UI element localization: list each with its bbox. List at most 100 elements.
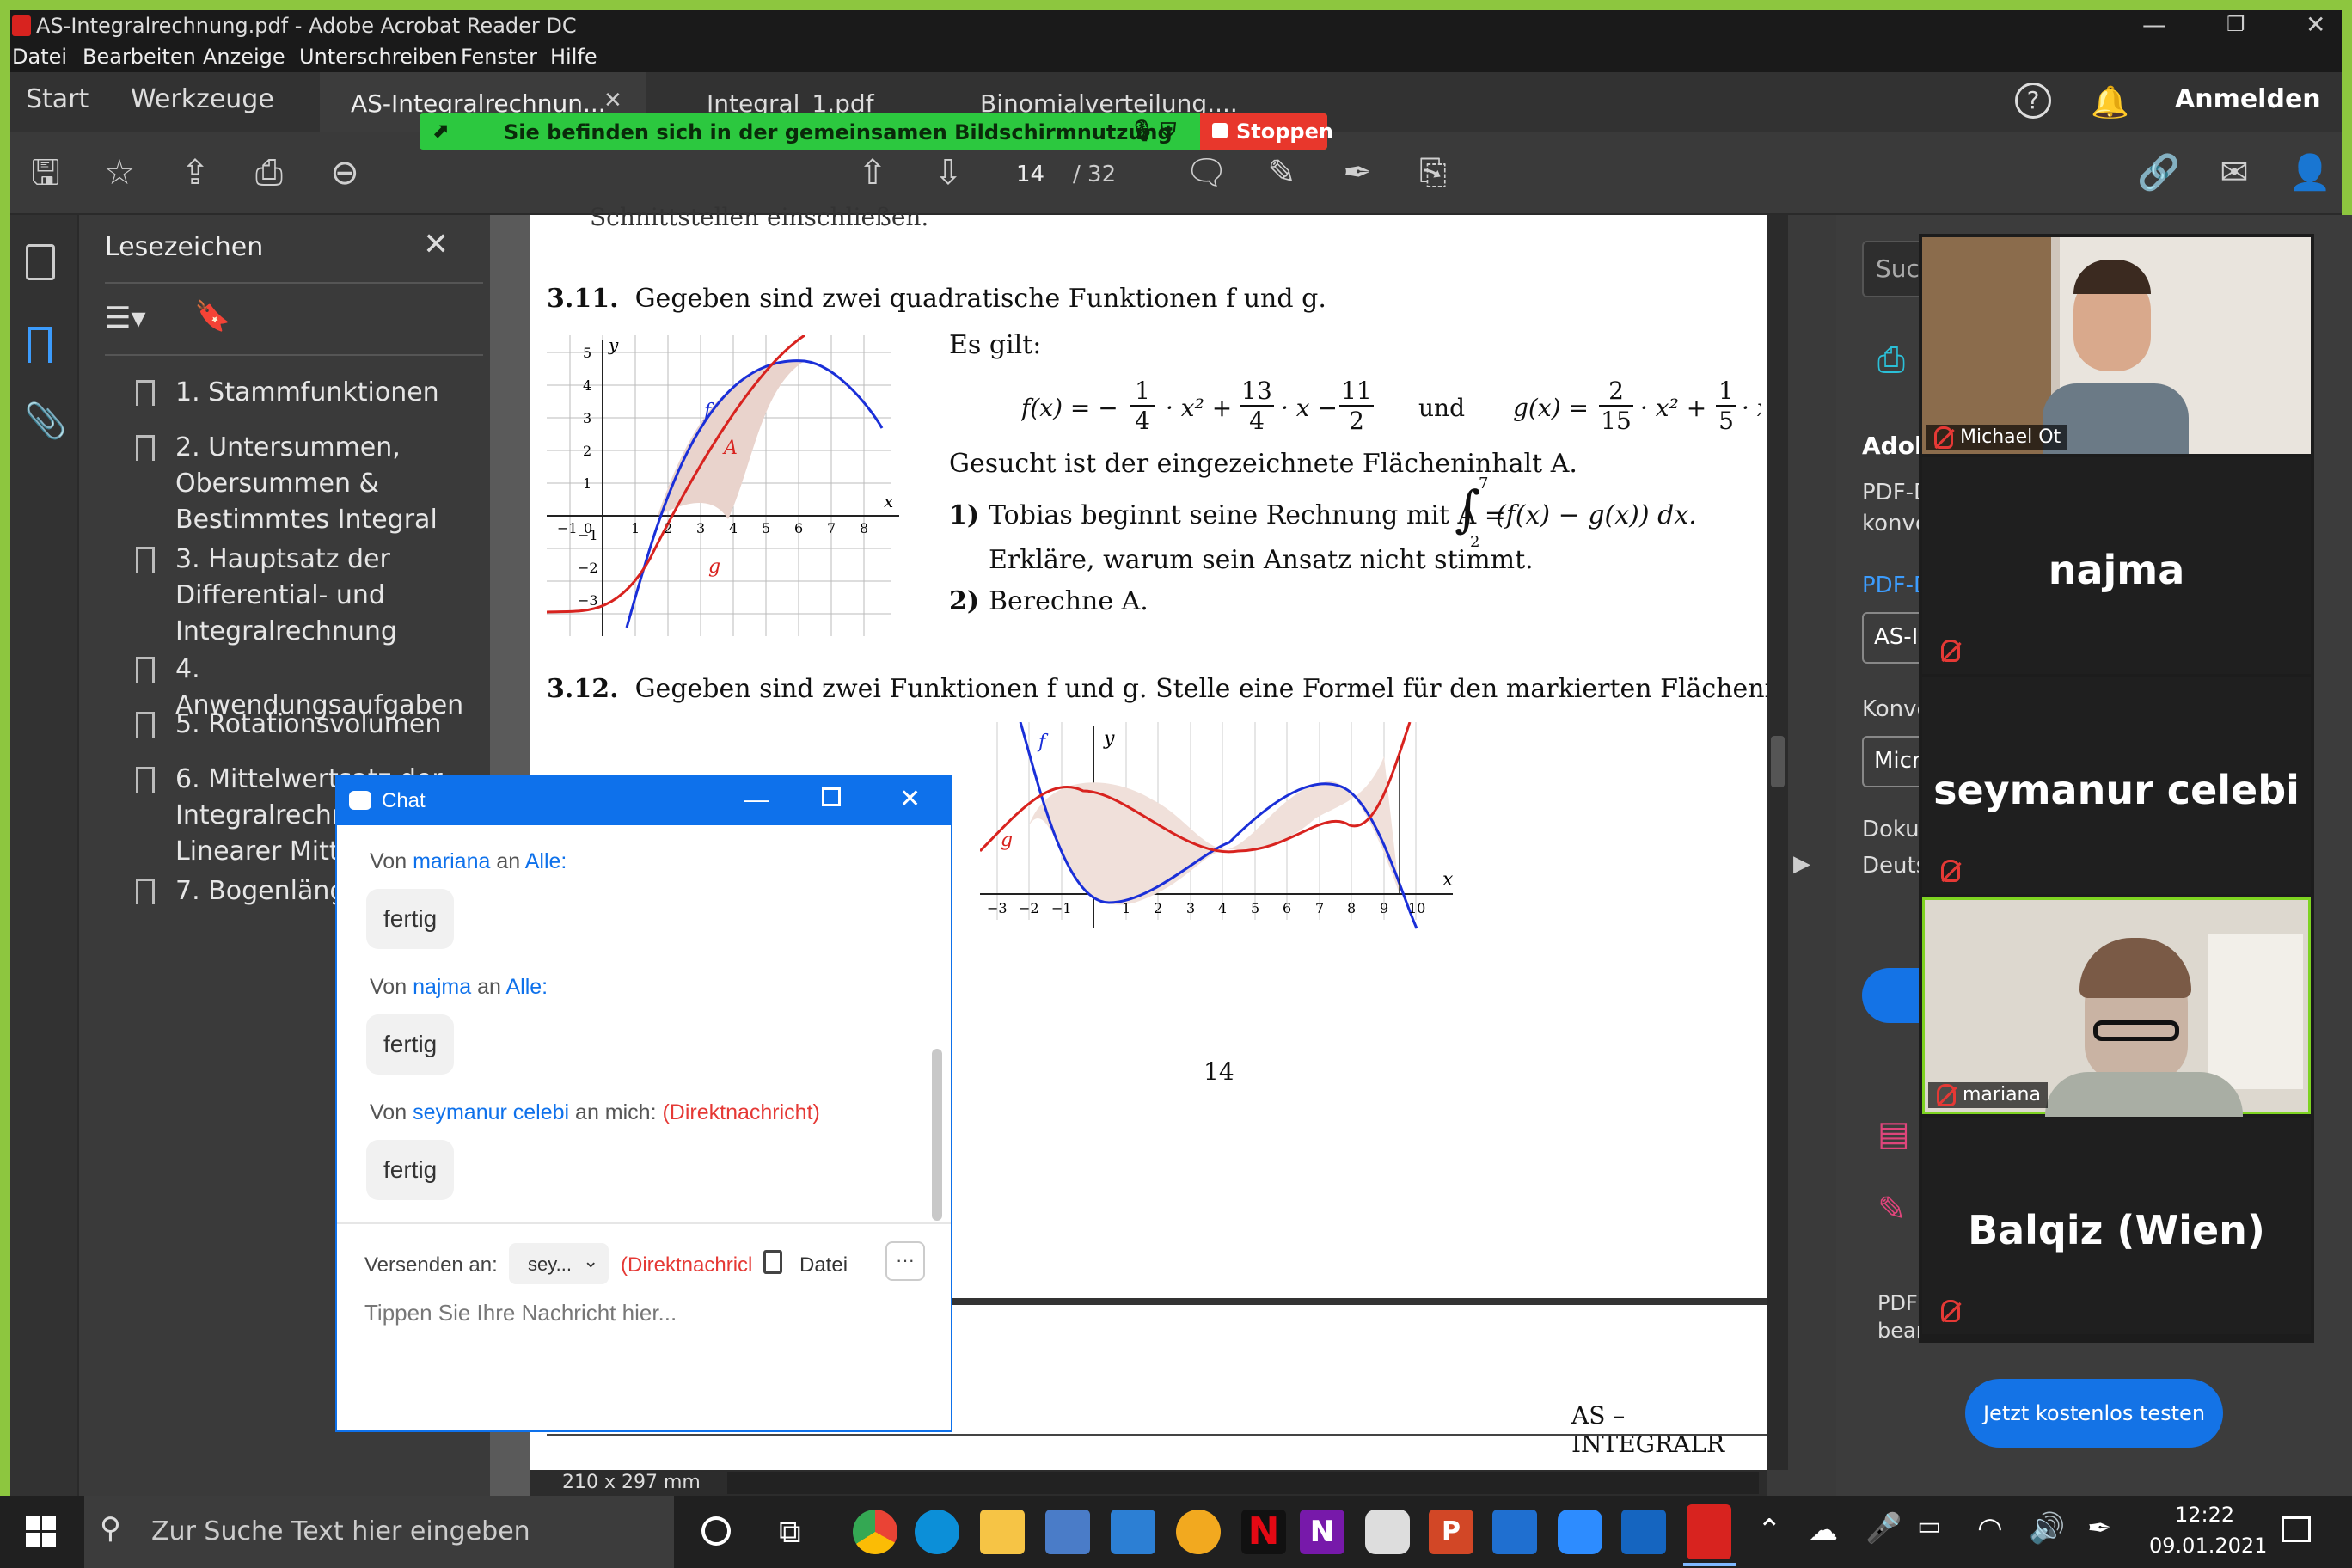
chat-close-button[interactable]: ✕ — [899, 784, 921, 814]
edit-icon[interactable]: ⎘ — [1412, 151, 1455, 194]
battery-icon[interactable]: ▭ — [1917, 1511, 1941, 1541]
tab-werkzeuge[interactable]: Werkzeuge — [131, 84, 274, 114]
sign-icon[interactable]: ✒ — [1336, 151, 1379, 194]
chat-maximize-button[interactable] — [822, 787, 841, 806]
zoom-chat-window: Chat — ✕ Von mariana an Alle: fertig Von… — [335, 775, 952, 1432]
organize-icon[interactable]: ▤ — [1877, 1114, 1910, 1154]
attachment-icon[interactable]: 📎 — [24, 401, 67, 441]
share-banner-text: Sie befinden sich in der gemeinsamen Bil… — [504, 120, 1173, 144]
bookmark-add-icon[interactable]: 🔖 — [194, 299, 230, 334]
signin-button[interactable]: Anmelden — [2175, 84, 2321, 114]
microphone-icon[interactable]: 🎤 — [1865, 1511, 1902, 1546]
language-value[interactable]: Deuts — [1862, 853, 1927, 879]
mail-app-icon[interactable] — [1111, 1510, 1155, 1554]
restore-button[interactable]: ❐ — [2226, 12, 2245, 36]
menu-unterschreiben[interactable]: Unterschreiben — [299, 45, 457, 69]
mic-muted-icon — [1937, 1084, 1956, 1106]
pen-icon[interactable]: ✒ — [2087, 1511, 2112, 1546]
problem-3-11-heading: 3.11. Gegeben sind zwei quadratische Fun… — [547, 284, 1326, 314]
whiteboard-icon[interactable] — [1621, 1510, 1666, 1554]
upload-icon[interactable]: ⇪ — [174, 151, 217, 194]
menu-bearbeiten[interactable]: Bearbeiten — [83, 45, 196, 69]
chrome-icon[interactable] — [853, 1510, 897, 1554]
xtick: 5 — [762, 520, 770, 536]
page-down-icon[interactable]: ⇩ — [927, 151, 970, 194]
clock-date[interactable]: 09.01.2021 — [2149, 1534, 2267, 1558]
notification-icon[interactable] — [2282, 1516, 2311, 1542]
volume-icon[interactable]: 🔊 — [2029, 1511, 2065, 1546]
expand-panel-icon[interactable]: ▶ — [1793, 851, 1810, 877]
chat-minimize-button[interactable]: — — [744, 786, 769, 813]
tab-close-icon[interactable]: ✕ — [603, 88, 622, 113]
xtick: 2 — [664, 520, 672, 536]
xtick: −1 — [1051, 900, 1072, 916]
bookmark-options-icon[interactable]: ☰▾ — [105, 301, 146, 335]
video-tile-michael[interactable]: Michael Ot — [1922, 237, 2311, 454]
xtick: 5 — [1251, 900, 1259, 916]
more-options-button[interactable]: ··· — [885, 1241, 925, 1281]
menu-fenster[interactable]: Fenster — [461, 45, 537, 69]
clock-time[interactable]: 12:22 — [2175, 1503, 2234, 1527]
video-tile-mariana[interactable]: mariana — [1922, 897, 2311, 1117]
snip-icon[interactable] — [1365, 1510, 1410, 1554]
windows-start-icon[interactable] — [26, 1516, 57, 1547]
vertical-scrollbar[interactable] — [1767, 215, 1788, 1470]
chevron-down-icon: ⌄ — [583, 1250, 599, 1271]
netflix-icon[interactable]: N — [1241, 1510, 1286, 1554]
close-panel-icon[interactable]: ✕ — [423, 227, 449, 262]
message-input[interactable]: Tippen Sie Ihre Nachricht hier... — [364, 1300, 677, 1326]
name-tile-najma[interactable]: najma — [1922, 457, 2311, 674]
powerpoint-icon[interactable]: P — [1429, 1510, 1473, 1554]
help-icon[interactable]: ? — [2015, 83, 2051, 119]
cortana-icon[interactable] — [701, 1516, 731, 1546]
edit-pdf-icon[interactable]: ✎ — [1877, 1190, 1907, 1229]
page-current-input[interactable]: 14 — [1016, 162, 1044, 187]
bookmark-flag-icon — [136, 712, 155, 738]
zoom-app-icon[interactable] — [1558, 1510, 1602, 1554]
create-pdf-icon[interactable]: ⎙ — [1877, 340, 1905, 380]
file-button[interactable]: Datei — [799, 1253, 848, 1277]
stop-share-button[interactable]: Stoppen — [1200, 113, 1333, 150]
save-icon[interactable]: 🖫 — [24, 151, 67, 194]
link-icon[interactable]: 🔗 — [2137, 151, 2180, 194]
minimize-button[interactable]: — — [2142, 10, 2166, 39]
chat-scrollbar[interactable] — [932, 1049, 942, 1221]
wifi-icon[interactable]: ◠ — [1977, 1511, 2003, 1546]
edge-icon[interactable] — [915, 1510, 959, 1554]
bookmark-panel-icon[interactable] — [28, 327, 52, 363]
scroll-thumb[interactable] — [1771, 736, 1785, 787]
add-user-icon[interactable]: 👤 — [2288, 151, 2331, 194]
pages-icon[interactable] — [26, 244, 55, 280]
name-tile-seymanur[interactable]: seymanur celebi — [1922, 677, 2311, 894]
print-icon[interactable]: ⎙ — [248, 151, 291, 194]
status-bar: 210 x 297 mm — [530, 1470, 1767, 1496]
recipient-dropdown[interactable]: sey... ⌄ — [509, 1243, 609, 1284]
menu-datei[interactable]: Datei — [12, 45, 67, 69]
name-tile-balqiz[interactable]: Balqiz (Wien) — [1922, 1118, 2311, 1334]
bell-icon[interactable]: 🔔 — [2091, 84, 2129, 120]
menu-hilfe[interactable]: Hilfe — [550, 45, 597, 69]
onenote-icon[interactable]: N — [1300, 1510, 1344, 1554]
task-view-icon[interactable]: ⧉ — [779, 1515, 801, 1551]
file-icon[interactable] — [763, 1250, 782, 1274]
onedrive-icon[interactable]: ☁ — [1809, 1513, 1838, 1547]
trial-button[interactable]: Jetzt kostenlos testen — [1965, 1379, 2223, 1448]
page-up-icon[interactable]: ⇧ — [851, 151, 894, 194]
horizontal-scrollbar[interactable] — [727, 1472, 1759, 1494]
menu-anzeige[interactable]: Anzeige — [203, 45, 285, 69]
vpn-icon[interactable] — [1176, 1510, 1221, 1554]
xtick: 1 — [1122, 900, 1130, 916]
tray-expand-icon[interactable]: ⌃ — [1757, 1513, 1782, 1547]
calendar-icon[interactable] — [1492, 1510, 1537, 1554]
taskbar-search[interactable]: ⚲ Zur Suche Text hier eingeben — [84, 1496, 674, 1568]
highlight-icon[interactable]: ✎ — [1260, 151, 1303, 194]
star-icon[interactable]: ☆ — [98, 151, 141, 194]
file-explorer-icon[interactable] — [980, 1510, 1025, 1554]
close-window-button[interactable]: ✕ — [2306, 10, 2325, 39]
tab-start[interactable]: Start — [26, 84, 89, 114]
comment-icon[interactable]: 🗨 — [1185, 151, 1228, 194]
store-icon[interactable] — [1045, 1510, 1090, 1554]
zoom-out-icon[interactable]: ⊖ — [323, 151, 366, 194]
acrobat-taskbar-icon[interactable] — [1687, 1504, 1731, 1559]
mail-icon[interactable]: ✉ — [2213, 151, 2256, 194]
